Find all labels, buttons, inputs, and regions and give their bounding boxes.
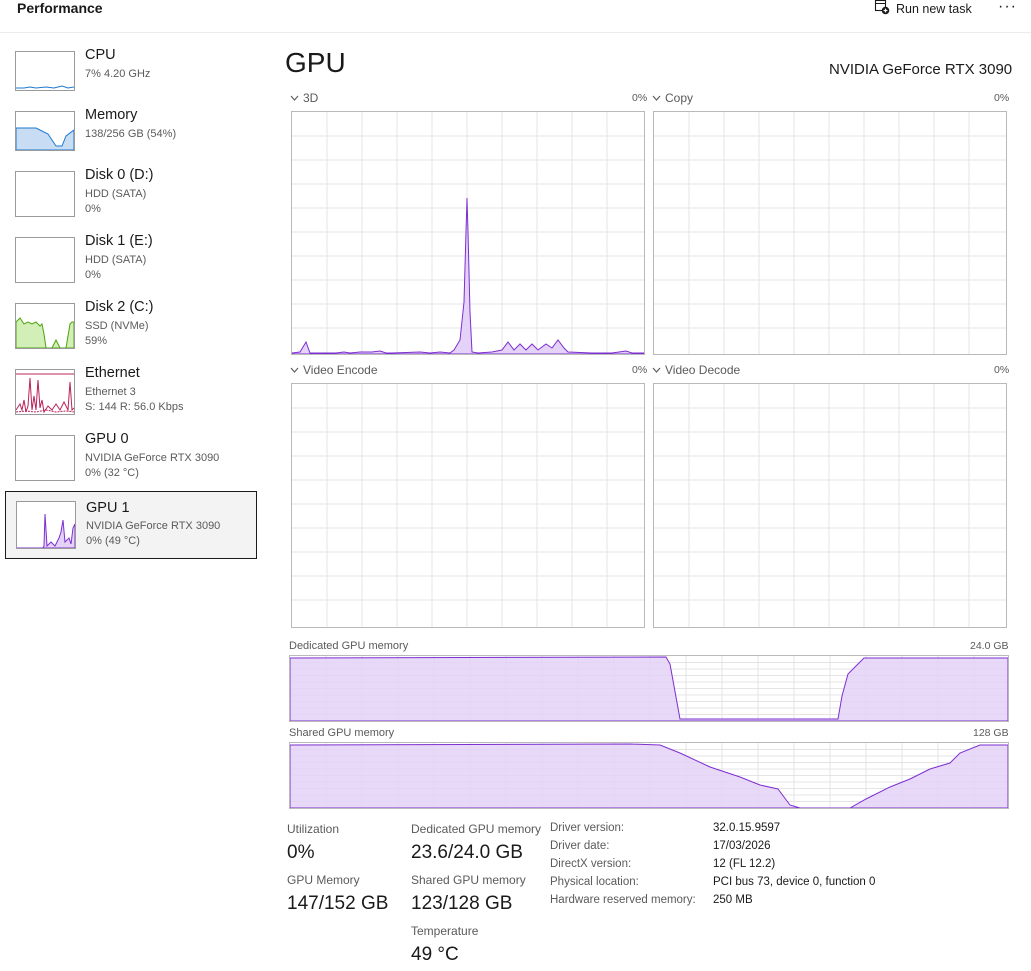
sidebar-item-sub2: 0% (32 °C) bbox=[85, 467, 139, 479]
sidebar-item-sub: NVIDIA GeForce RTX 3090 bbox=[85, 452, 220, 464]
run-new-task-button[interactable]: Run new task bbox=[874, 0, 972, 18]
sidebar-item-title: Disk 0 (D:) bbox=[85, 167, 154, 183]
chevron-down-icon bbox=[652, 91, 661, 105]
sidebar-item-sub: Ethernet 3 bbox=[85, 386, 136, 398]
engine-percent: 0% bbox=[632, 364, 648, 376]
gpu-memory-value: 147/152 GB bbox=[287, 893, 389, 914]
sidebar-item-title: Disk 1 (E:) bbox=[85, 233, 153, 249]
sidebar-item-disk-2[interactable]: Disk 2 (C:) SSD (NVMe) 59% bbox=[5, 297, 257, 363]
temperature-label: Temperature bbox=[411, 924, 479, 938]
sidebar-item-memory[interactable]: Memory 138/256 GB (54%) bbox=[5, 105, 257, 171]
engine-video-decode-graph bbox=[653, 383, 1007, 628]
shared-memory-max: 128 GB bbox=[973, 727, 1009, 739]
dedicated-memory-label: Dedicated GPU memory bbox=[289, 640, 409, 652]
ethernet-thumbnail-graph bbox=[15, 369, 75, 415]
shared-memory-graph bbox=[289, 742, 1009, 809]
utilization-label: Utilization bbox=[287, 822, 340, 836]
info-value: 32.0.15.9597 bbox=[713, 822, 781, 834]
engine-name: Copy bbox=[665, 91, 694, 105]
disk-1-thumbnail-graph bbox=[15, 237, 75, 283]
sidebar-item-sub: HDD (SATA) bbox=[85, 254, 147, 266]
engine-copy-graph bbox=[653, 111, 1007, 355]
dedicated-memory-graph bbox=[289, 655, 1009, 722]
gpu-model-name: NVIDIA GeForce RTX 3090 bbox=[829, 61, 1013, 78]
sidebar-item-cpu[interactable]: CPU 7% 4.20 GHz bbox=[5, 45, 257, 111]
sidebar-item-title: GPU 1 bbox=[86, 500, 130, 516]
engine-name: 3D bbox=[303, 91, 319, 105]
sidebar-item-gpu-0[interactable]: GPU 0 NVIDIA GeForce RTX 3090 0% (32 °C) bbox=[5, 429, 257, 495]
sidebar-item-title: Ethernet bbox=[85, 365, 140, 381]
sidebar-item-sub2: S: 144 R: 56.0 Kbps bbox=[85, 401, 184, 413]
gpu-0-thumbnail-graph bbox=[15, 435, 75, 481]
sidebar-item-disk-1[interactable]: Disk 1 (E:) HDD (SATA) 0% bbox=[5, 231, 257, 297]
info-key: Physical location: bbox=[550, 876, 639, 888]
gpu-title: GPU bbox=[285, 47, 346, 78]
info-value: 17/03/2026 bbox=[713, 840, 771, 852]
temperature-value: 49 °C bbox=[411, 944, 459, 965]
sidebar-item-sub: HDD (SATA) bbox=[85, 188, 147, 200]
gpu-1-thumbnail-graph bbox=[16, 501, 76, 549]
info-value: 12 (FL 12.2) bbox=[713, 858, 776, 870]
info-key: Driver date: bbox=[550, 840, 610, 852]
cpu-thumbnail-graph bbox=[15, 51, 75, 91]
sidebar-item-sub: 138/256 GB (54%) bbox=[85, 128, 177, 140]
sidebar-item-sub: 7% 4.20 GHz bbox=[85, 68, 151, 80]
engine-name: Video Decode bbox=[665, 363, 741, 377]
memory-thumbnail-graph bbox=[15, 111, 75, 151]
disk-2-thumbnail-graph bbox=[15, 303, 75, 349]
sidebar-item-sub2: 0% (49 °C) bbox=[86, 535, 140, 547]
sidebar-item-sub2: 0% bbox=[85, 203, 101, 215]
sidebar-item-disk-0[interactable]: Disk 0 (D:) HDD (SATA) 0% bbox=[5, 165, 257, 231]
chevron-down-icon bbox=[652, 363, 661, 377]
sidebar-item-sub2: 0% bbox=[85, 269, 101, 281]
run-task-icon bbox=[874, 0, 890, 20]
engine-percent: 0% bbox=[994, 92, 1010, 104]
engine-video-decode-selector[interactable]: Video Decode bbox=[652, 363, 740, 377]
dedicated-gpu-memory-label: Dedicated GPU memory bbox=[411, 822, 542, 836]
sidebar-item-sub2: 59% bbox=[85, 335, 108, 347]
run-new-task-label: Run new task bbox=[896, 2, 972, 16]
engine-copy-selector[interactable]: Copy bbox=[652, 91, 693, 105]
more-options-button[interactable]: ··· bbox=[998, 0, 1017, 16]
engine-3d-graph bbox=[291, 111, 645, 355]
sidebar-item-gpu-1[interactable]: GPU 1 NVIDIA GeForce RTX 3090 0% (49 °C) bbox=[5, 491, 257, 559]
gpu-memory-label: GPU Memory bbox=[287, 873, 360, 887]
sidebar-item-ethernet[interactable]: Ethernet Ethernet 3 S: 144 R: 56.0 Kbps bbox=[5, 363, 257, 429]
sidebar-item-title: GPU 0 bbox=[85, 431, 129, 447]
shared-gpu-memory-label: Shared GPU memory bbox=[411, 873, 526, 887]
info-key: Driver version: bbox=[550, 822, 625, 834]
dedicated-memory-max: 24.0 GB bbox=[970, 640, 1009, 652]
info-value: 250 MB bbox=[713, 894, 753, 906]
shared-gpu-memory-value: 123/128 GB bbox=[411, 893, 513, 914]
engine-percent: 0% bbox=[994, 364, 1010, 376]
engine-video-encode-graph bbox=[291, 383, 645, 628]
sidebar-item-sub: NVIDIA GeForce RTX 3090 bbox=[86, 520, 221, 532]
engine-percent: 0% bbox=[632, 92, 648, 104]
shared-memory-label: Shared GPU memory bbox=[289, 727, 395, 739]
engine-name: Video Encode bbox=[303, 363, 378, 377]
sidebar-item-title: Memory bbox=[85, 107, 138, 123]
info-value: PCI bus 73, device 0, function 0 bbox=[713, 876, 876, 888]
sidebar-item-title: Disk 2 (C:) bbox=[85, 299, 154, 315]
sidebar-item-title: CPU bbox=[85, 47, 116, 63]
sidebar-item-sub: SSD (NVMe) bbox=[85, 320, 149, 332]
info-key: Hardware reserved memory: bbox=[550, 894, 696, 906]
info-key: DirectX version: bbox=[550, 858, 632, 870]
engine-video-encode-selector[interactable]: Video Encode bbox=[290, 363, 378, 377]
disk-0-thumbnail-graph bbox=[15, 171, 75, 217]
utilization-value: 0% bbox=[287, 842, 315, 863]
dedicated-gpu-memory-value: 23.6/24.0 GB bbox=[411, 842, 523, 863]
page-title: Performance bbox=[17, 0, 103, 16]
chevron-down-icon bbox=[290, 363, 299, 377]
engine-3d-selector[interactable]: 3D bbox=[290, 91, 318, 105]
chevron-down-icon bbox=[290, 91, 299, 105]
